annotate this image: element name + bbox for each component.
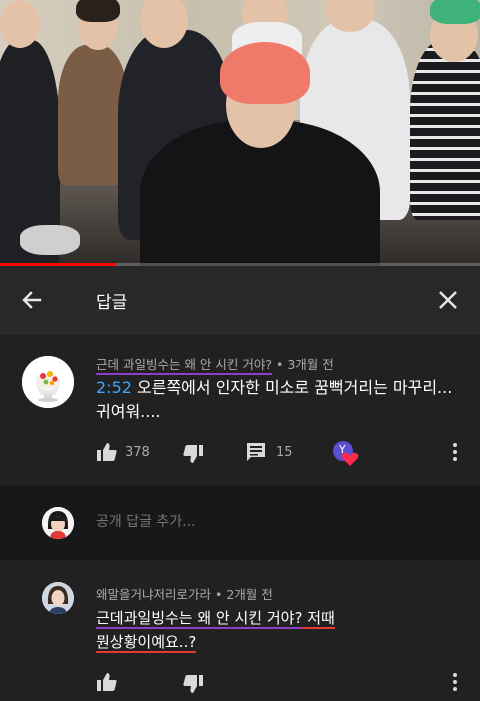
more-options-button[interactable] [452, 672, 458, 692]
more-vert-icon [453, 673, 457, 691]
reply-body-1: 저때 [302, 609, 335, 629]
page-title: 답글 [96, 293, 128, 313]
reply-mention[interactable]: 근데과일빙수는 왜 안 시킨 거야? [96, 609, 303, 629]
video-shoe [20, 225, 80, 255]
comment-text: 2:52 오른쪽에서 인자한 미소로 꿈뻑거리는 마꾸리... 귀여워.... [96, 376, 466, 424]
comment-icon [247, 443, 265, 461]
like-button[interactable] [96, 672, 118, 692]
video-person-center-hair [220, 42, 310, 104]
video-person-6-hair [430, 0, 480, 24]
close-icon[interactable] [434, 286, 462, 314]
add-reply-bar [0, 486, 480, 560]
reply-actions [96, 672, 466, 696]
avatar[interactable] [22, 356, 74, 408]
creator-heart-icon [333, 441, 359, 466]
comment-time: • 3개월 전 [272, 357, 334, 372]
thumbs-up-icon [97, 443, 117, 461]
reply-count: 15 [276, 444, 293, 460]
creator-heart: Y [332, 440, 362, 468]
bingsu-avatar-icon [22, 356, 74, 408]
more-options-button[interactable] [452, 442, 458, 462]
comment-body: 오른쪽에서 인자한 미소로 꿈뻑거리는 마꾸리... 귀여워.... [96, 378, 453, 421]
comment-meta: 근데 과일빙수는 왜 안 시킨 거야? • 3개월 전 [96, 354, 334, 375]
comment-actions: 378 15 Y [96, 440, 466, 468]
replies-header: 답글 [0, 266, 480, 334]
timestamp-link[interactable]: 2:52 [96, 378, 132, 397]
video-person-2-hair [76, 0, 120, 22]
reply-meta: 왜말을거냐저리로가라 • 2개월 전 [96, 584, 273, 603]
like-button[interactable]: 378 [96, 442, 150, 462]
video-player[interactable] [0, 0, 480, 266]
more-vert-icon [453, 443, 457, 461]
reply-avatar-icon [42, 582, 74, 614]
like-count: 378 [125, 444, 150, 460]
video-person-1-head [0, 0, 40, 48]
creator-initial: Y [339, 443, 346, 456]
dislike-button[interactable] [182, 674, 204, 694]
comment-author[interactable]: 근데 과일빙수는 왜 안 시킨 거야? [96, 357, 273, 375]
reply-text: 근데과일빙수는 왜 안 시킨 거야? 저때 뭔상황이예요..? [96, 606, 456, 654]
thumbs-down-icon [183, 675, 203, 693]
thumbs-up-icon [97, 673, 117, 691]
reply-input[interactable] [96, 514, 436, 530]
main-comment: 근데 과일빙수는 왜 안 시킨 거야? • 3개월 전 2:52 오른쪽에서 인… [0, 334, 480, 484]
reply-body-2: 뭔상황이예요..? [96, 633, 197, 653]
avatar[interactable] [42, 582, 74, 614]
reply-comment: 왜말을거냐저리로가라 • 2개월 전 근데과일빙수는 왜 안 시킨 거야? 저때… [0, 562, 480, 701]
back-arrow-icon[interactable] [18, 286, 46, 314]
reply-count-button[interactable]: 15 [246, 442, 293, 462]
user-avatar-icon [42, 507, 74, 539]
video-person-6 [410, 40, 480, 220]
thumbs-down-icon [183, 445, 203, 463]
reply-author[interactable]: 왜말을거냐저리로가라 [96, 587, 211, 602]
avatar [42, 507, 74, 539]
reply-time: • 2개월 전 [211, 587, 273, 602]
dislike-button[interactable] [182, 444, 204, 464]
